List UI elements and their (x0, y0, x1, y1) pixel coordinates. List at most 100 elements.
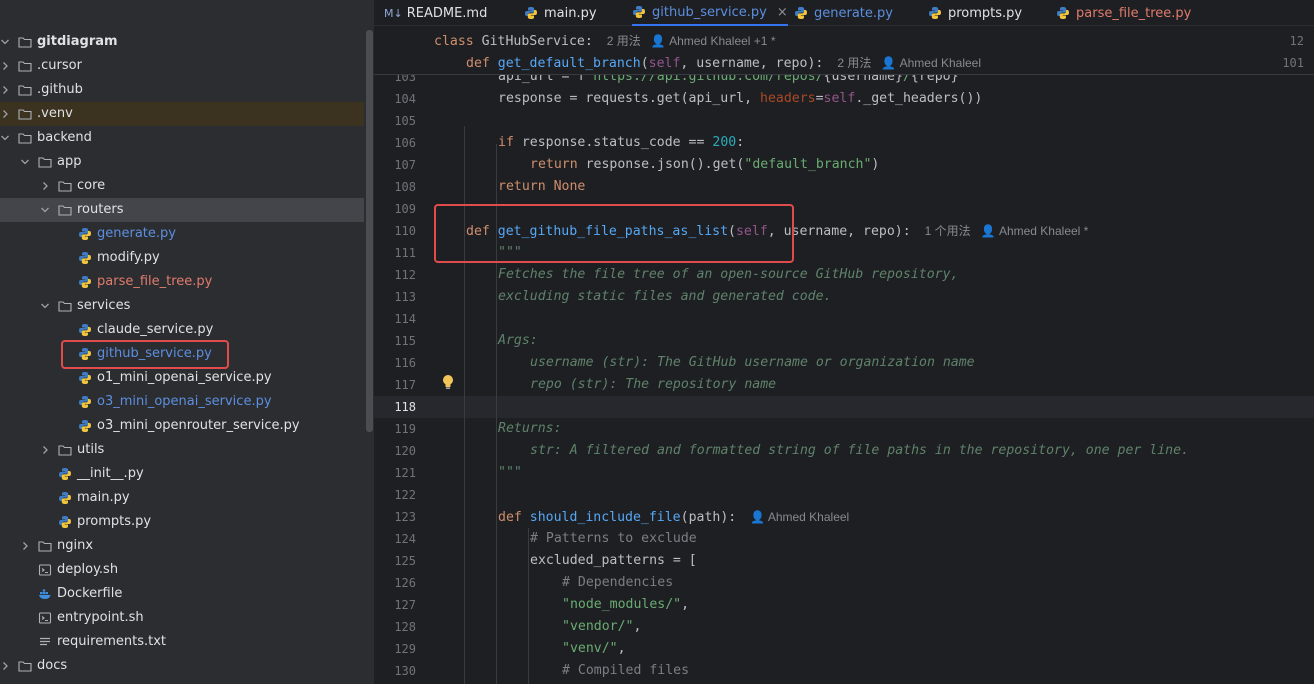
python-icon (794, 6, 808, 20)
chevron-down-icon[interactable] (0, 133, 10, 143)
tree-item-deploy-sh[interactable]: deploy.sh (0, 558, 364, 582)
tree-item-requirements-txt[interactable]: requirements.txt (0, 630, 364, 654)
tree-item--github[interactable]: .github (0, 78, 364, 102)
code-line[interactable]: def should_include_file(path): 👤 Ahmed Kh… (498, 506, 849, 529)
project-tree-panel: gitdiagram .cursor .github .venv backend app c… (0, 0, 374, 684)
tree-item-label: o1_mini_openai_service.py (97, 370, 272, 385)
code-line[interactable]: repo (str): The repository name (530, 374, 776, 396)
tree-item-label: entrypoint.sh (57, 610, 144, 625)
python-file-icon (78, 395, 92, 409)
inlay-hint[interactable]: 1 个用法 👤 Ahmed Khaleel * (925, 224, 1089, 238)
code-token: class (434, 34, 482, 49)
tree-item-main-py[interactable]: main.py (0, 486, 364, 510)
code-line[interactable]: Fetches the file tree of an open-source … (498, 264, 959, 286)
chevron-right-icon[interactable] (0, 61, 10, 71)
code-line[interactable]: class GitHubService: 2 用法 👤 Ahmed Khaleel… (434, 30, 776, 53)
code-line[interactable]: return None (498, 176, 585, 198)
tab-parse-file-tree-py[interactable]: parse_file_tree.py (1056, 0, 1191, 26)
chevron-right-icon[interactable] (0, 85, 10, 95)
code-line[interactable]: return response.json().get("default_bran… (530, 154, 879, 176)
tree-item-services[interactable]: services (0, 294, 364, 318)
tree-item-o3-mini-openai-service-py[interactable]: o3_mini_openai_service.py (0, 390, 364, 414)
code-line[interactable]: "venv/", (562, 638, 626, 660)
code-line[interactable]: Args: (498, 330, 538, 352)
tree-scrollbar[interactable] (366, 30, 373, 432)
code-line[interactable]: # Patterns to exclude (530, 528, 697, 550)
code-line[interactable]: """ (498, 462, 522, 484)
line-number: 116 (394, 356, 416, 370)
chevron-right-icon[interactable] (40, 445, 50, 455)
chevron-down-icon[interactable] (40, 301, 50, 311)
code-token: , (633, 619, 642, 634)
code-line[interactable]: # Dependencies (562, 572, 673, 594)
code-line[interactable]: response = requests.get(api_url, headers… (498, 88, 982, 110)
tree-item-modify-py[interactable]: modify.py (0, 246, 364, 270)
tree-item-routers[interactable]: routers (0, 198, 364, 222)
lightbulb-icon[interactable] (442, 374, 454, 390)
tree-item-o3-mini-openrouter-service-py[interactable]: o3_mini_openrouter_service.py (0, 414, 364, 438)
close-icon[interactable]: × (777, 5, 788, 20)
code-token: "vendor/" (562, 619, 634, 634)
chevron-right-icon[interactable] (0, 109, 10, 119)
tree-item-parse-file-tree-py[interactable]: parse_file_tree.py (0, 270, 364, 294)
code-token: Fetches the file tree of an open-source … (498, 267, 959, 282)
code-token: str: A filtered and formatted string of … (530, 443, 1189, 458)
tab-prompts-py[interactable]: prompts.py (928, 0, 1022, 26)
tree-item-app[interactable]: app (0, 150, 364, 174)
tree-item-gitdiagram[interactable]: gitdiagram (0, 30, 364, 54)
code-line[interactable]: str: A filtered and formatted string of … (530, 440, 1189, 462)
code-token: should_include_file (529, 510, 681, 525)
code-line[interactable]: username (str): The GitHub username or o… (530, 352, 975, 374)
text-file-icon (38, 635, 52, 649)
tree-item--venv[interactable]: .venv (0, 102, 364, 126)
tab-generate-py[interactable]: generate.py (794, 0, 893, 26)
code-token: # Dependencies (562, 575, 674, 590)
code-line[interactable]: def get_default_branch(self, username, r… (466, 52, 981, 75)
python-icon (928, 6, 942, 20)
tree-item-label: modify.py (97, 250, 160, 265)
inlay-hint[interactable]: 2 用法 👤 Ahmed Khaleel +1 * (607, 34, 776, 48)
python-icon (632, 5, 646, 19)
tree-item-core[interactable]: core (0, 174, 364, 198)
folder-icon (58, 299, 72, 313)
tree-item-label: .github (37, 82, 83, 97)
tree-item-label: nginx (57, 538, 94, 553)
inlay-hint[interactable]: 👤 Ahmed Khaleel (750, 510, 849, 524)
tree-item-dockerfile[interactable]: Dockerfile (0, 582, 364, 606)
code-line[interactable]: # Compiled files (562, 660, 689, 682)
tree-item-claude-service-py[interactable]: claude_service.py (0, 318, 364, 342)
code-token: , username, repo): (680, 56, 824, 71)
tree-item-nginx[interactable]: nginx (0, 534, 364, 558)
code-line[interactable]: excluded_patterns = [ (530, 550, 697, 572)
code-line[interactable]: Returns: (498, 418, 562, 440)
tree-item-o1-mini-openai-service-py[interactable]: o1_mini_openai_service.py (0, 366, 364, 390)
code-editor[interactable]: 103 104 105 106 107 108 109 110 111 112 113 114 115 1… (374, 26, 1314, 684)
code-line[interactable]: if response.status_code == 200: (498, 132, 744, 154)
line-number-gutter: 103 104 105 106 107 108 109 110 111 112 113 114 115 1… (374, 26, 426, 684)
tree-item-generate-py[interactable]: generate.py (0, 222, 364, 246)
chevron-down-icon[interactable] (40, 205, 50, 215)
tree-item-prompts-py[interactable]: prompts.py (0, 510, 364, 534)
code-line[interactable]: "node_modules/", (562, 594, 689, 616)
chevron-right-icon[interactable] (20, 541, 30, 551)
inlay-hint[interactable]: 2 用法 👤 Ahmed Khaleel (837, 56, 981, 70)
tree-item-entrypoint-sh[interactable]: entrypoint.sh (0, 606, 364, 630)
chevron-right-icon[interactable] (0, 661, 10, 671)
chevron-right-icon[interactable] (40, 181, 50, 191)
tree-item-docs[interactable]: docs (0, 654, 364, 678)
code-token: : (736, 135, 745, 150)
tree-item-utils[interactable]: utils (0, 438, 364, 462)
tab-main-py[interactable]: main.py (524, 0, 597, 26)
tree-item-backend[interactable]: backend (0, 126, 364, 150)
code-token: if (498, 135, 522, 150)
code-line[interactable]: excluding static files and generated cod… (498, 286, 831, 308)
code-token: def (498, 510, 530, 525)
tree-item--cursor[interactable]: .cursor (0, 54, 364, 78)
chevron-down-icon[interactable] (0, 37, 10, 47)
code-line[interactable]: "vendor/", (562, 616, 641, 638)
tab-github-service-py[interactable]: github_service.py × (632, 0, 788, 26)
tree-item--init-py[interactable]: __init__.py (0, 462, 364, 486)
chevron-down-icon[interactable] (20, 157, 30, 167)
tab-readme-md[interactable]: M↓ README.md (384, 0, 487, 26)
tree-item-label: .cursor (37, 58, 82, 73)
